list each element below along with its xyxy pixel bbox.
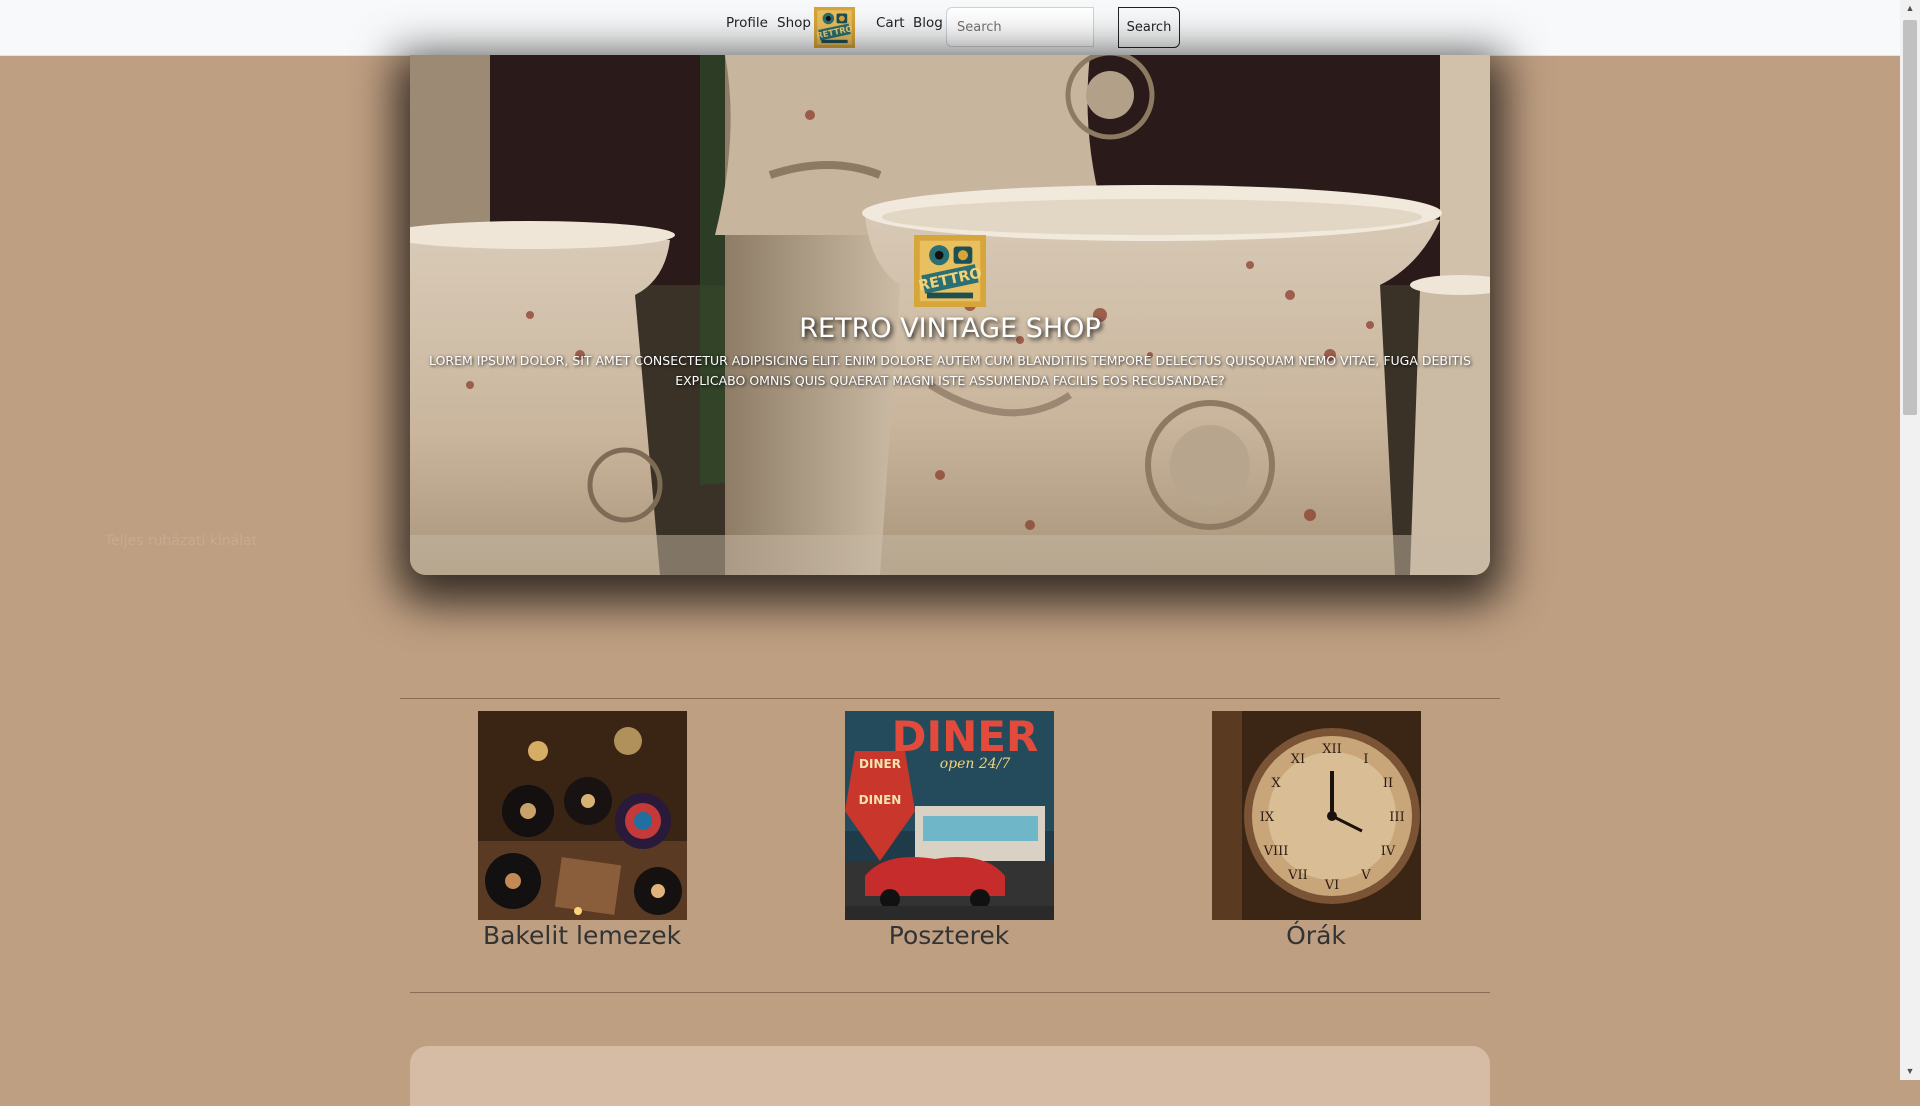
top-navbar: Profile Shop RETTRO Cart Blog Search <box>0 0 1900 56</box>
svg-text:VIII: VIII <box>1262 844 1288 859</box>
svg-text:IV: IV <box>1380 844 1395 859</box>
hero-description: Lorem ipsum dolor, sit amet consectetur … <box>429 353 1471 388</box>
svg-text:II: II <box>1382 776 1392 791</box>
poster-sign-bottom: DINEN <box>858 793 901 807</box>
hero-title: RETRO VINTAGE SHOP <box>799 313 1101 344</box>
nav-link-cart[interactable]: Cart <box>876 15 905 31</box>
svg-text:XII: XII <box>1322 742 1342 757</box>
svg-text:V: V <box>1360 868 1371 883</box>
clock-image[interactable]: XIIIII VIIX III IVV VIIVIII XXI <box>1211 711 1421 920</box>
svg-text:VII: VII <box>1287 868 1308 883</box>
svg-text:XI: XI <box>1290 752 1304 767</box>
svg-text:IX: IX <box>1259 810 1274 825</box>
scrollbar[interactable]: ▲ ▼ <box>1900 0 1920 1080</box>
category-label[interactable]: Bakelit lemezek <box>432 921 732 950</box>
category-vinyl-records[interactable]: Bakelit lemezek <box>432 711 732 950</box>
poster-subtitle: open 24/7 <box>939 756 1010 772</box>
nav-link-profile[interactable]: Profile <box>726 15 768 31</box>
content-panel <box>410 1046 1490 1106</box>
scroll-up-arrow-icon[interactable]: ▲ <box>1900 0 1920 17</box>
section-divider-top <box>400 698 1500 699</box>
category-label[interactable]: Órák <box>1166 921 1466 950</box>
svg-text:III: III <box>1389 810 1404 825</box>
nav-link-blog[interactable]: Blog <box>913 15 943 31</box>
scroll-down-arrow-icon[interactable]: ▼ <box>1900 1063 1920 1080</box>
section-divider-bottom <box>410 992 1490 993</box>
hero-banner: RETTRO RETRO VINTAGE SHOP Lorem ipsum do… <box>410 55 1490 575</box>
retro-logo-icon[interactable]: RETTRO <box>814 7 855 48</box>
svg-text:I: I <box>1363 752 1368 767</box>
svg-text:VI: VI <box>1323 878 1339 893</box>
category-posters[interactable]: DINER open 24/7 DINER DINEN Poszterek <box>799 711 1099 950</box>
category-clocks[interactable]: XII III VI IX I II IV V VII VIII X XI Órák <box>1166 711 1466 950</box>
poster-sign-top: DINER <box>859 757 901 771</box>
search-button[interactable]: Search <box>1118 7 1180 48</box>
poster-title: DINER <box>891 712 1038 761</box>
scrollbar-thumb[interactable] <box>1903 20 1917 415</box>
search-input[interactable] <box>946 7 1094 47</box>
nav-link-shop[interactable]: Shop <box>777 15 811 31</box>
vinyl-records-image[interactable] <box>477 711 687 920</box>
category-label[interactable]: Poszterek <box>799 921 1099 950</box>
faded-text: Teljes ruházati kínálat <box>105 533 258 549</box>
hero-retro-logo-icon: RETTRO <box>914 235 986 307</box>
posters-image[interactable]: DINER open 24/7 DINER DINEN <box>844 711 1054 920</box>
svg-text:X: X <box>1271 776 1281 791</box>
